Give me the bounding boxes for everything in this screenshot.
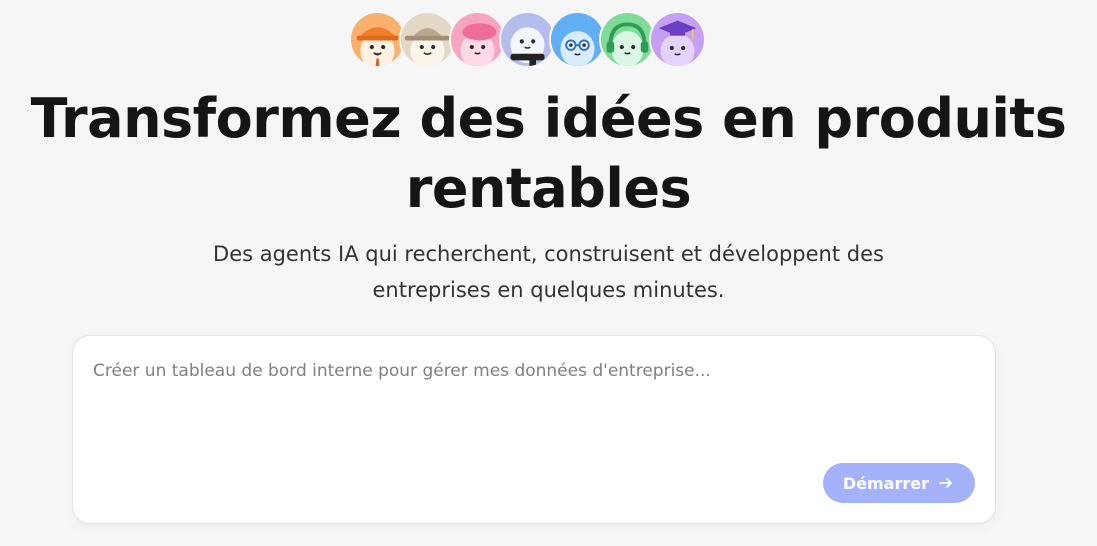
arrow-right-icon [937,474,955,492]
page-subtitle: Des agents IA qui recherchent, construis… [0,236,1097,308]
headline-line-1: Transformez des idées en produits [30,87,1067,150]
start-button[interactable]: Démarrer [822,463,975,503]
agent-glasses-icon [549,11,606,68]
subtitle-line-1: Des agents IA qui recherchent, construis… [213,242,884,266]
agent-graduate-icon [649,11,706,68]
agent-avatars [349,11,706,68]
headline-line-2: rentables [405,157,692,220]
agent-scarf-icon [499,11,556,68]
landing-page: Transformez des idées en produits rentab… [0,0,1097,546]
agent-explorer-hat-icon [399,11,456,68]
prompt-card: Démarrer [72,335,996,524]
start-button-label: Démarrer [842,473,929,493]
agent-headphones-icon [599,11,656,68]
page-title: Transformez des idées en produits rentab… [0,84,1097,224]
prompt-input[interactable] [93,358,973,458]
subtitle-line-2: entreprises en quelques minutes. [372,278,725,302]
agent-pink-beret-icon [449,11,506,68]
agent-builder-hardhat-icon [349,11,406,68]
